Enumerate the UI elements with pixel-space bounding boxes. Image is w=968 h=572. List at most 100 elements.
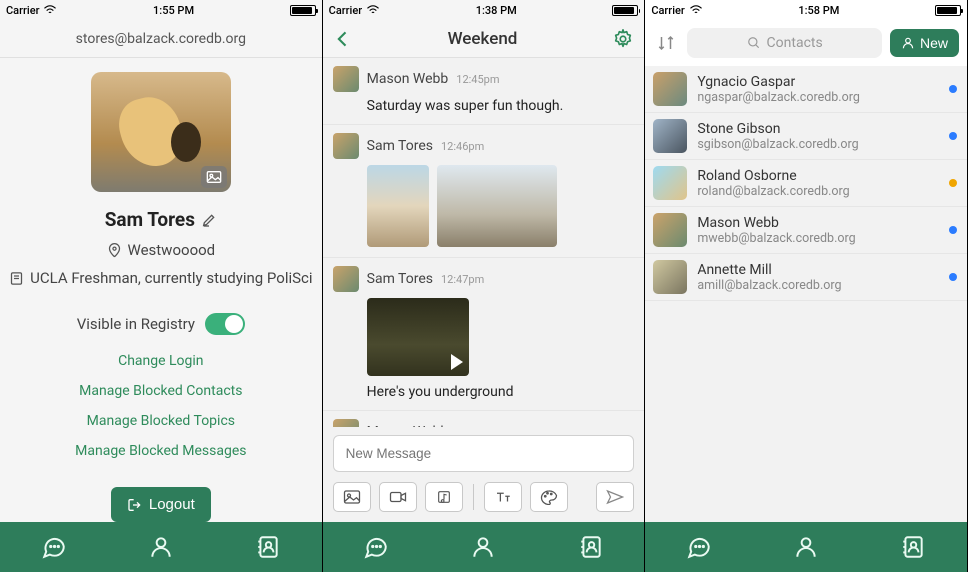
contact-name: Mason Webb — [697, 215, 939, 231]
contact-name: Ygnacio Gaspar — [697, 74, 939, 90]
wifi-icon — [43, 5, 57, 15]
status-bar: Carrier 1:55 PM — [0, 0, 322, 20]
chat-message: Sam Tores 12:47pm Here's you underground — [323, 258, 645, 411]
change-login-link[interactable]: Change Login — [118, 353, 203, 369]
battery-icon — [290, 5, 316, 16]
color-button[interactable] — [530, 482, 568, 512]
message-time: 12:46pm — [441, 140, 484, 153]
carrier-label: Carrier — [651, 4, 684, 17]
image-icon — [343, 489, 361, 505]
status-bar: Carrier 1:38 PM — [323, 0, 645, 20]
avatar — [333, 419, 359, 427]
message-input[interactable] — [333, 435, 635, 472]
book-icon — [9, 271, 24, 286]
profile-bio: UCLA Freshman, currently studying PoliSc… — [30, 269, 312, 287]
chat-messages[interactable]: Mason Webb 12:45pm Saturday was super fu… — [323, 58, 645, 427]
nav-profile-icon[interactable] — [469, 533, 497, 561]
divider — [473, 484, 474, 510]
status-dot — [949, 85, 957, 93]
person-icon — [901, 36, 915, 50]
contact-row[interactable]: Ygnacio Gaspar ngaspar@balzack.coredb.or… — [645, 66, 967, 113]
wifi-icon — [366, 5, 380, 15]
text-icon — [494, 490, 512, 504]
play-icon — [451, 354, 463, 370]
chat-message: Mason Webb 12:48pm awesome! thanks — [323, 411, 645, 427]
composer — [323, 427, 645, 522]
profile-panel: Carrier 1:55 PM stores@balzack.coredb.or… — [0, 0, 323, 572]
contact-name: Stone Gibson — [697, 121, 939, 137]
sort-button[interactable] — [653, 30, 679, 56]
nav-contacts-icon[interactable] — [899, 533, 927, 561]
gear-icon[interactable] — [612, 28, 634, 50]
clock-label: 1:38 PM — [476, 4, 517, 17]
carrier-label: Carrier — [6, 4, 39, 17]
avatar — [653, 72, 687, 106]
nav-contacts-icon[interactable] — [254, 533, 282, 561]
clock-label: 1:58 PM — [798, 4, 839, 17]
format-text-button[interactable] — [484, 482, 522, 512]
chat-header: Weekend — [323, 20, 645, 58]
profile-header: stores@balzack.coredb.org — [0, 20, 322, 58]
contact-name: Roland Osborne — [697, 168, 939, 184]
contact-row[interactable]: Roland Osborne roland@balzack.coredb.org — [645, 160, 967, 207]
nav-profile-icon[interactable] — [147, 533, 175, 561]
avatar — [333, 266, 359, 292]
blocked-contacts-link[interactable]: Manage Blocked Contacts — [79, 383, 242, 399]
new-contact-button[interactable]: New — [890, 29, 959, 57]
avatar — [333, 66, 359, 92]
contact-row[interactable]: Annette Mill amill@balzack.coredb.org — [645, 254, 967, 301]
avatar — [333, 133, 359, 159]
bottom-nav — [0, 522, 322, 572]
contact-email: roland@balzack.coredb.org — [697, 184, 939, 199]
logout-button[interactable]: Logout — [111, 487, 211, 522]
logout-label: Logout — [149, 496, 195, 513]
visible-registry-label: Visible in Registry — [77, 315, 195, 333]
chat-message: Sam Tores 12:46pm — [323, 125, 645, 258]
message-image[interactable] — [437, 165, 557, 247]
blocked-messages-link[interactable]: Manage Blocked Messages — [75, 443, 246, 459]
nav-chat-icon[interactable] — [685, 533, 713, 561]
message-time: 12:45pm — [456, 73, 499, 86]
message-sender: Sam Tores — [367, 138, 433, 154]
contact-email: ngaspar@balzack.coredb.org — [697, 90, 939, 105]
contacts-header: Contacts New — [645, 20, 967, 66]
attach-image-button[interactable] — [333, 482, 371, 512]
change-photo-button[interactable] — [201, 166, 227, 188]
message-sender: Mason Webb — [367, 71, 449, 87]
search-input[interactable]: Contacts — [687, 28, 882, 58]
attach-video-button[interactable] — [379, 482, 417, 512]
message-image[interactable] — [367, 165, 429, 247]
status-dot — [949, 132, 957, 140]
attach-audio-button[interactable] — [425, 482, 463, 512]
message-sender: Sam Tores — [367, 271, 433, 287]
back-icon[interactable] — [333, 29, 353, 49]
contacts-list[interactable]: Ygnacio Gaspar ngaspar@balzack.coredb.or… — [645, 66, 967, 522]
profile-location: Westwooood — [128, 241, 216, 259]
palette-icon — [540, 489, 558, 505]
nav-profile-icon[interactable] — [792, 533, 820, 561]
sort-icon — [657, 34, 675, 52]
avatar — [653, 119, 687, 153]
message-body: Saturday was super fun though. — [367, 98, 635, 114]
contacts-panel: Carrier 1:58 PM Contacts New Ygnacio Gas… — [645, 0, 968, 572]
wifi-icon — [689, 5, 703, 15]
contact-row[interactable]: Stone Gibson sgibson@balzack.coredb.org — [645, 113, 967, 160]
message-video[interactable] — [367, 298, 469, 376]
search-icon — [747, 36, 761, 50]
location-icon — [107, 243, 122, 258]
status-bar: Carrier 1:58 PM — [645, 0, 967, 20]
blocked-topics-link[interactable]: Manage Blocked Topics — [87, 413, 235, 429]
status-dot — [949, 273, 957, 281]
contact-email: sgibson@balzack.coredb.org — [697, 137, 939, 152]
visible-registry-toggle[interactable] — [205, 313, 245, 335]
edit-icon[interactable] — [201, 212, 217, 228]
contact-name: Annette Mill — [697, 262, 939, 278]
send-button[interactable] — [596, 482, 634, 512]
nav-chat-icon[interactable] — [40, 533, 68, 561]
nav-contacts-icon[interactable] — [577, 533, 605, 561]
nav-chat-icon[interactable] — [362, 533, 390, 561]
avatar — [653, 260, 687, 294]
contact-row[interactable]: Mason Webb mwebb@balzack.coredb.org — [645, 207, 967, 254]
status-dot — [949, 226, 957, 234]
contact-email: amill@balzack.coredb.org — [697, 278, 939, 293]
